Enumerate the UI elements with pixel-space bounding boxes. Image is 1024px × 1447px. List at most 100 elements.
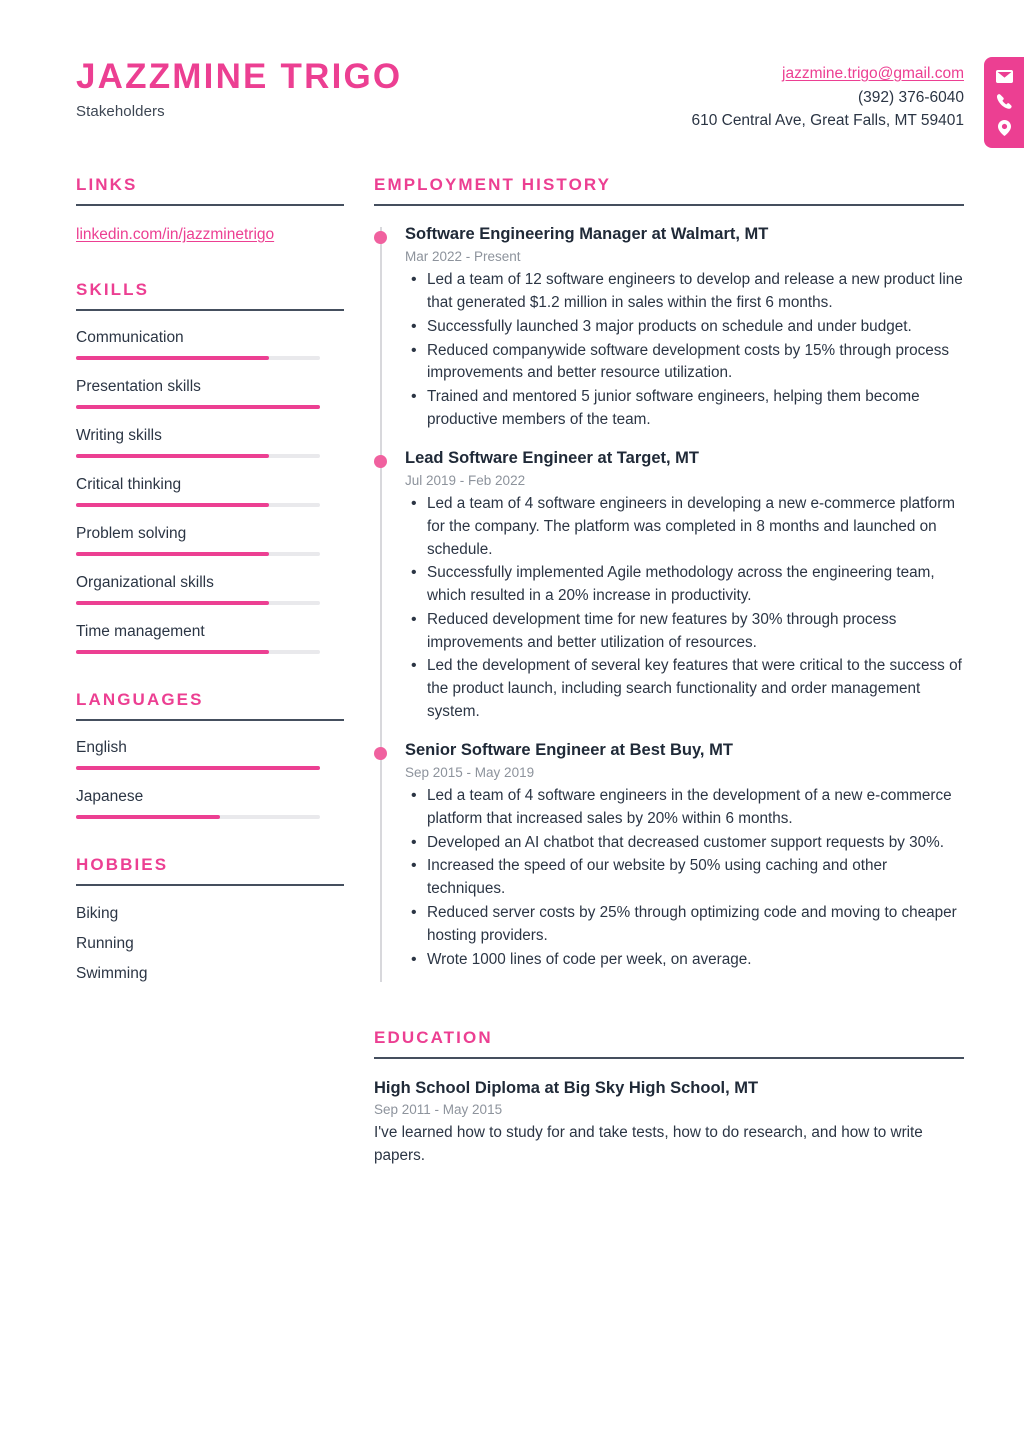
skill-bar-fill — [76, 650, 269, 654]
section-title-employment: EMPLOYMENT HISTORY — [374, 175, 612, 194]
job-bullet: Trained and mentored 5 junior software e… — [405, 385, 964, 432]
envelope-icon — [995, 69, 1013, 83]
job-bullets: Led a team of 12 software engineers to d… — [405, 268, 964, 432]
job-dates: Mar 2022 - Present — [405, 249, 521, 265]
location-pin-icon — [997, 119, 1011, 136]
job-entry: Senior Software Engineer at Best Buy, MT… — [374, 739, 964, 987]
job-heading: Lead Software Engineer at Target, MT — [405, 448, 699, 467]
job-bullet: Led a team of 4 software engineers in th… — [405, 784, 964, 831]
timeline-dot-icon — [374, 231, 387, 244]
skill-bar-fill — [76, 552, 269, 556]
contact-email[interactable]: jazzmine.trigo@gmail.com — [691, 62, 964, 86]
skill-bar-fill — [76, 503, 269, 507]
job-dates: Jul 2019 - Feb 2022 — [405, 473, 526, 488]
language-bar-fill — [76, 815, 220, 819]
job-title-subtitle: Stakeholders — [76, 102, 165, 120]
section-divider — [76, 309, 344, 311]
skill-item: Presentation skills — [76, 378, 330, 409]
job-bullet: Wrote 1000 lines of code per week, on av… — [405, 948, 964, 972]
job-heading: Senior Software Engineer at Best Buy, MT — [405, 740, 733, 759]
link-item-linkedin[interactable]: linkedin.com/in/jazzminetrigo — [76, 226, 330, 244]
skill-bar-fill — [76, 601, 269, 605]
contact-address: 610 Central Ave, Great Falls, MT 59401 — [691, 112, 964, 130]
job-bullets: Led a team of 4 software engineers in th… — [405, 784, 964, 972]
sidebar: LINKS linkedin.com/in/jazzminetrigo SKIL… — [0, 175, 344, 1168]
education-heading: High School Diploma at Big Sky High Scho… — [374, 1079, 759, 1098]
education-description: I've learned how to study for and take t… — [374, 1124, 923, 1165]
job-bullet: Reduced server costs by 25% through opti… — [405, 901, 964, 948]
contact-details: jazzmine.trigo@gmail.com (392) 376-6040 … — [691, 62, 964, 133]
job-dates: Sep 2015 - May 2019 — [405, 765, 535, 781]
language-bar-track — [76, 766, 320, 770]
skill-bar-track — [76, 650, 320, 654]
language-item: English — [76, 739, 330, 770]
job-entry: Lead Software Engineer at Target, MT Jul… — [374, 447, 964, 739]
job-bullets: Led a team of 4 software engineers in de… — [405, 492, 964, 724]
job-bullet: Successfully implemented Agile methodolo… — [405, 561, 964, 608]
job-bullet: Successfully launched 3 major products o… — [405, 315, 964, 339]
job-bullet: Led the development of several key featu… — [405, 654, 964, 723]
employment-timeline: Software Engineering Manager at Walmart,… — [374, 223, 964, 986]
skill-item: Problem solving — [76, 525, 330, 556]
skill-label: Writing skills — [76, 427, 162, 444]
main-content: EMPLOYMENT HISTORY Software Engineering … — [330, 175, 964, 1168]
education-dates: Sep 2011 - May 2015 — [374, 1102, 503, 1118]
skill-bar-track — [76, 356, 320, 360]
skill-bar-fill — [76, 454, 269, 458]
job-bullet: Increased the speed of our website by 50… — [405, 854, 964, 901]
skill-item: Critical thinking — [76, 476, 330, 507]
skill-bar-track — [76, 454, 320, 458]
contact-phone: (392) 376-6040 — [858, 88, 964, 106]
section-title-hobbies: HOBBIES — [76, 855, 169, 874]
job-bullet: Led a team of 12 software engineers to d… — [405, 268, 964, 315]
resume-header: JAZZMINE TRIGO Stakeholders jazzmine.tri… — [0, 0, 1024, 175]
section-title-links: LINKS — [76, 175, 138, 194]
skill-item: Time management — [76, 623, 330, 654]
language-bar-track — [76, 815, 320, 819]
skill-bar-track — [76, 503, 320, 507]
timeline-dot-icon — [374, 746, 387, 760]
section-title-skills: SKILLS — [76, 280, 150, 299]
skill-item: Writing skills — [76, 427, 330, 458]
skill-item: Communication — [76, 329, 330, 360]
timeline-dot-icon — [374, 454, 387, 468]
resume-body: LINKS linkedin.com/in/jazzminetrigo SKIL… — [0, 175, 1024, 1168]
section-title-languages: LANGUAGES — [76, 690, 204, 709]
page-title: JAZZMINE TRIGO — [76, 57, 403, 96]
education-entry: High School Diploma at Big Sky High Scho… — [374, 1079, 964, 1168]
hobby-item: Running — [76, 935, 134, 953]
section-divider — [76, 204, 344, 206]
hobbies-list: Biking Running Swimming — [76, 899, 330, 990]
job-bullet: Led a team of 4 software engineers in de… — [405, 492, 964, 561]
job-bullet: Developed an AI chatbot that decreased c… — [405, 831, 964, 855]
section-divider — [76, 719, 344, 721]
section-links: LINKS linkedin.com/in/jazzminetrigo — [76, 175, 344, 244]
contact-icon-badge — [984, 57, 1024, 148]
language-item: Japanese — [76, 788, 330, 819]
skill-bar-fill — [76, 405, 320, 409]
section-title-education: EDUCATION — [374, 1028, 493, 1048]
job-bullet: Reduced development time for new feature… — [405, 608, 964, 655]
language-label: Japanese — [76, 788, 144, 805]
skill-bar-track — [76, 601, 320, 605]
section-divider — [374, 204, 964, 206]
skill-bar-track — [76, 405, 320, 409]
skill-label: Problem solving — [76, 525, 187, 542]
section-divider — [374, 1057, 964, 1060]
section-education: EDUCATION High School Diploma at Big Sky… — [374, 1028, 964, 1168]
section-employment-history: EMPLOYMENT HISTORY Software Engineering … — [374, 175, 964, 986]
section-skills: SKILLS Communication Presentation skills… — [76, 280, 344, 654]
skill-item: Organizational skills — [76, 574, 330, 605]
job-heading: Software Engineering Manager at Walmart,… — [405, 225, 769, 243]
job-bullet: Reduced companywide software development… — [405, 339, 964, 386]
section-divider — [76, 884, 344, 886]
skill-label: Time management — [76, 623, 205, 640]
section-hobbies: HOBBIES Biking Running Swimming — [76, 855, 344, 990]
hobby-item: Biking — [76, 905, 119, 922]
hobby-item: Swimming — [76, 965, 148, 983]
skill-bar-track — [76, 552, 320, 556]
skill-label: Organizational skills — [76, 574, 214, 591]
skill-label: Communication — [76, 329, 184, 346]
language-bar-fill — [76, 766, 320, 770]
skill-label: Presentation skills — [76, 378, 201, 395]
